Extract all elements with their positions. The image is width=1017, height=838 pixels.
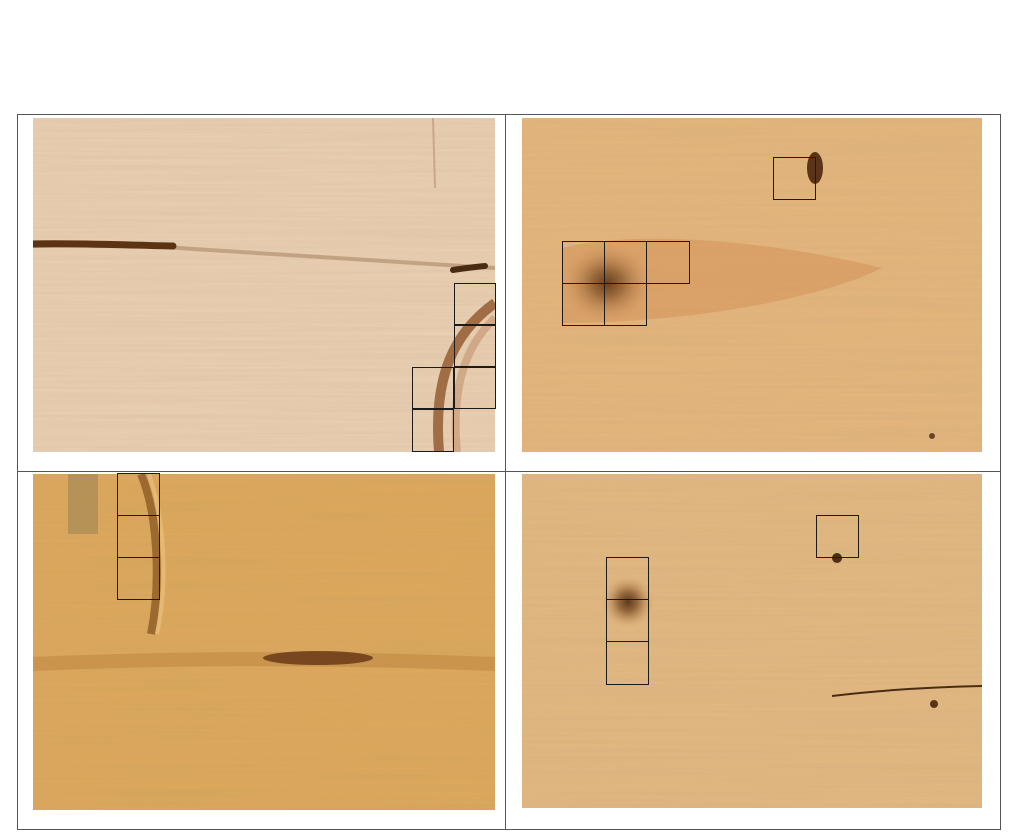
grid-box bbox=[117, 557, 160, 600]
vertical-divider bbox=[505, 114, 506, 830]
grid-box bbox=[454, 367, 496, 409]
grid-box bbox=[606, 641, 649, 685]
grid-box bbox=[773, 157, 816, 200]
grid-box bbox=[117, 515, 160, 558]
grid-box bbox=[562, 283, 605, 326]
wood-panel-bottom-left bbox=[33, 474, 495, 810]
grid-box bbox=[816, 515, 859, 558]
wood-texture-bottom-left bbox=[33, 474, 495, 810]
grid-box bbox=[604, 283, 647, 326]
grid-box bbox=[646, 241, 690, 284]
wood-panel-bottom-right bbox=[522, 474, 982, 808]
grid-box bbox=[117, 473, 160, 516]
horizontal-divider bbox=[17, 471, 1001, 472]
grid-box bbox=[604, 241, 647, 284]
wood-texture-bottom-right bbox=[522, 474, 982, 808]
grid-box bbox=[454, 325, 496, 367]
grid-box bbox=[412, 409, 454, 452]
grid-box bbox=[606, 557, 649, 600]
grid-box bbox=[606, 599, 649, 642]
grid-box bbox=[412, 367, 454, 409]
grid-box bbox=[454, 283, 496, 325]
grid-box bbox=[562, 241, 605, 284]
